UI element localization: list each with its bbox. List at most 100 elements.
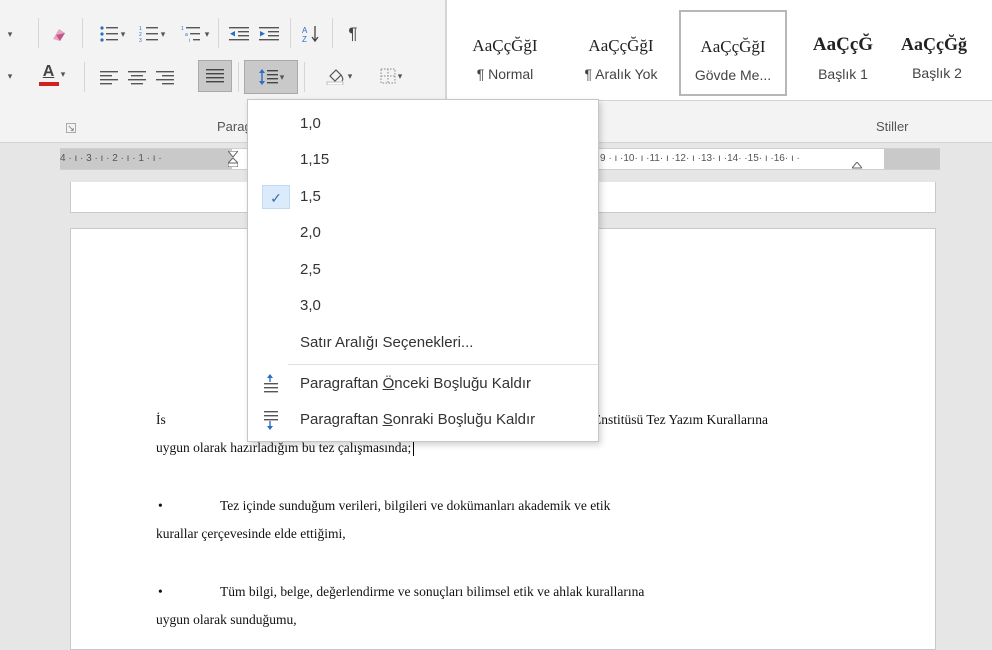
style-heading-2[interactable]: AaÇçĞğ Başlık 2	[897, 8, 992, 96]
line-spacing-options-item[interactable]: Satır Aralığı Seçenekleri...	[248, 325, 598, 361]
doc-text: uygun olarak hazırladığım bu tez çalışma…	[156, 440, 412, 455]
doc-text: Tez içinde sunduğum verileri, bilgileri …	[220, 498, 611, 513]
label-part: Paragraftan	[300, 411, 383, 428]
increase-indent-icon[interactable]	[256, 22, 282, 46]
line-spacing-option-3-0[interactable]: 3,0	[248, 288, 598, 324]
style-normal[interactable]: AaÇçĞğI ¶ Normal	[455, 8, 555, 96]
label-part: onraki Boşluğu Kaldır	[392, 411, 536, 428]
line-spacing-option-2-0[interactable]: 2,0	[248, 215, 598, 251]
style-sample: AaÇçĞ	[812, 34, 874, 55]
text-cursor	[413, 441, 415, 457]
style-sample: AaÇçĞğI	[700, 37, 766, 56]
label-part: nceki Boşluğu Kaldır	[394, 375, 531, 392]
separator	[82, 18, 83, 48]
svg-text:i: i	[189, 38, 190, 43]
doc-text: uygun olarak sunduğumu,	[156, 612, 297, 627]
remove-space-before-item[interactable]: Paragraftan Önceki Boşluğu Kaldır	[248, 366, 598, 402]
doc-bullet-1: • Tez içinde sunduğum verileri, bilgiler…	[156, 494, 768, 518]
styles-group-label: Stiller	[876, 119, 909, 134]
style-heading-1[interactable]: AaÇçĞ Başlık 1	[795, 8, 891, 96]
dialog-launcher-icon[interactable]: ↘	[66, 123, 76, 133]
styles-gallery: AaÇçĞğI ¶ Normal AaÇçĞğI ¶ Aralık Yok Aa…	[446, 0, 992, 101]
justify-icon[interactable]	[198, 60, 232, 92]
svg-text:3: 3	[139, 38, 142, 43]
separator	[332, 18, 333, 48]
separator	[218, 18, 219, 48]
accelerator-key: Ö	[382, 375, 395, 392]
doc-text-fragment: Enstitüsü Tez Yazım Kurallarına	[592, 412, 768, 427]
highlight-dropdown-arrow[interactable]: ▾	[2, 64, 16, 88]
clear-formatting-icon[interactable]	[48, 22, 70, 46]
style-sample: AaÇçĞğ	[901, 34, 967, 54]
doc-bullet-2-cont: uygun olarak sunduğumu,	[156, 608, 768, 632]
checkmark-icon: ✓	[262, 185, 290, 209]
style-sample: AaÇçĞğI	[588, 36, 654, 55]
svg-text:1: 1	[181, 26, 184, 32]
menu-item-label: 1,0	[300, 115, 321, 132]
doc-text-fragment: İs	[156, 412, 166, 427]
right-indent-marker-icon[interactable]	[850, 158, 864, 169]
style-name: ¶ Normal	[476, 66, 534, 82]
font-color-button[interactable]: A ▾	[28, 62, 76, 86]
ruler-right-ticks: 9 · ı ·10· ı ·11· ı ·12· ı ·13· ı ·14· ·…	[600, 153, 800, 164]
multilevel-list-button[interactable]: 1 a i ▾	[176, 22, 214, 46]
separator	[304, 62, 305, 92]
bullets-list-button[interactable]: ▾	[95, 22, 129, 46]
separator	[290, 18, 291, 48]
style-body-text[interactable]: AaÇçĞğI Gövde Me...	[679, 10, 787, 96]
line-spacing-option-1-0[interactable]: 1,0	[248, 106, 598, 142]
menu-separator	[288, 364, 598, 365]
style-name: Gövde Me...	[694, 67, 772, 83]
space-before-icon	[262, 372, 284, 396]
sort-icon[interactable]: AZ	[298, 22, 324, 46]
style-no-spacing[interactable]: AaÇçĞğI ¶ Aralık Yok	[565, 8, 677, 96]
line-spacing-option-2-5[interactable]: 2,5	[248, 252, 598, 288]
doc-text: Tüm bilgi, belge, değerlendirme ve sonuç…	[220, 584, 645, 599]
menu-item-label: 2,0	[300, 224, 321, 241]
numbering-list-button[interactable]: 1 2 3 ▾	[134, 22, 170, 46]
accelerator-key: S	[382, 411, 393, 428]
style-name: Başlık 2	[912, 65, 962, 81]
show-marks-icon[interactable]: ¶	[340, 22, 366, 46]
font-color-bar	[38, 82, 59, 86]
style-name: Başlık 1	[818, 66, 868, 82]
remove-space-after-item[interactable]: Paragraftan Sonraki Boşluğu Kaldır	[248, 402, 598, 438]
ruler-left-ticks: 4 · ı · 3 · ı · 2 · ı · 1 · ı ·	[60, 153, 162, 164]
svg-text:a: a	[185, 32, 188, 38]
bullet-glyph: •	[158, 498, 163, 513]
bullet-glyph: •	[158, 584, 163, 599]
separator	[84, 62, 85, 92]
space-after-icon	[262, 408, 284, 432]
align-center-icon[interactable]	[124, 66, 150, 90]
style-sample: AaÇçĞğI	[472, 36, 538, 55]
menu-item-label: 2,5	[300, 261, 321, 278]
svg-text:Z: Z	[302, 35, 307, 43]
menu-item-label: 1,15	[300, 151, 330, 168]
shading-button[interactable]: ▾	[316, 64, 362, 88]
font-color-letter: A	[42, 63, 55, 80]
align-left-icon[interactable]	[96, 66, 122, 90]
style-name: ¶ Aralık Yok	[584, 66, 658, 82]
svg-text:A: A	[302, 26, 308, 35]
line-spacing-option-1-15[interactable]: 1,15	[248, 142, 598, 178]
line-spacing-button[interactable]: ▾	[244, 60, 298, 94]
label-part: Paragraftan	[300, 375, 383, 392]
borders-button[interactable]: ▾	[368, 64, 414, 88]
menu-item-label: Satır Aralığı Seçenekleri...	[300, 334, 474, 351]
line-spacing-option-1-5[interactable]: ✓ 1,5	[248, 179, 598, 215]
separator	[238, 62, 239, 92]
menu-item-label: 1,5	[300, 188, 321, 205]
font-size-dropdown-arrow[interactable]: ▾	[2, 22, 16, 46]
ruler-margin-right	[884, 149, 940, 169]
align-right-icon[interactable]	[152, 66, 178, 90]
decrease-indent-icon[interactable]	[226, 22, 252, 46]
menu-item-label: Paragraftan Sonraki Boşluğu Kaldır	[300, 402, 535, 438]
menu-item-label: Paragraftan Önceki Boşluğu Kaldır	[300, 366, 531, 402]
doc-text: kurallar çerçevesinde elde ettiğimi,	[156, 526, 346, 541]
indent-marker-icon[interactable]	[226, 150, 240, 168]
menu-item-label: 3,0	[300, 297, 321, 314]
doc-bullet-2: • Tüm bilgi, belge, değerlendirme ve son…	[156, 580, 768, 604]
separator	[38, 18, 39, 48]
line-spacing-menu: 1,0 1,15 ✓ 1,5 2,0 2,5 3,0 Satır Aralığı…	[247, 99, 599, 442]
doc-bullet-1-cont: kurallar çerçevesinde elde ettiğimi,	[156, 522, 768, 546]
